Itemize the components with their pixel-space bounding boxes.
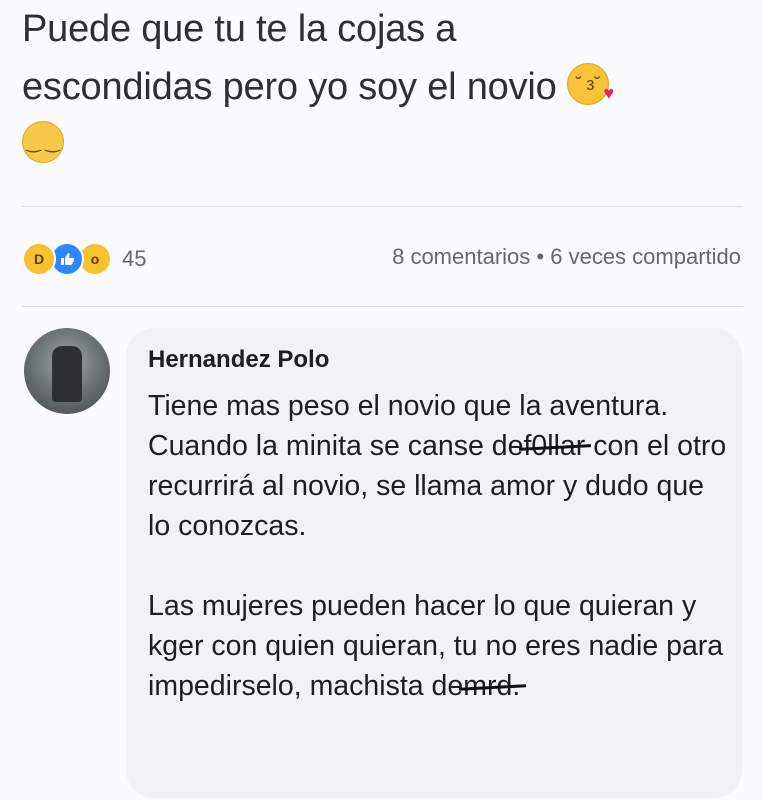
avatar-figure [52, 346, 82, 402]
comment-text: Las mujeres pueden hacer lo que quieran … [148, 590, 724, 702]
comment-paragraph-1: Tiene mas peso el novio que la aventura.… [148, 386, 728, 546]
stats-separator: • [536, 244, 545, 269]
comments-count-link[interactable]: 8 comentarios [392, 244, 530, 269]
censored-word: f0llar [523, 426, 585, 466]
divider [22, 206, 743, 207]
shares-count-link[interactable]: 6 veces compartido [550, 244, 741, 269]
comment-paragraph-2: Las mujeres pueden hacer lo que quieran … [148, 586, 728, 706]
haha-reaction-icon: D [22, 242, 56, 276]
post-stats: 8 comentarios • 6 veces compartido [392, 244, 741, 270]
post-text-line-3: ‿ ‿ [22, 116, 742, 174]
relieved-face-icon: ‿ ‿ [22, 121, 64, 163]
comment-body: Tiene mas peso el novio que la aventura.… [148, 386, 728, 706]
comment-author[interactable]: Hernandez Polo [148, 346, 329, 374]
post-text-line-1: Puede que tu te la cojas a [22, 8, 457, 50]
post-text-line-2: escondidas pero yo soy el novio ˘ з˘ ♥ [22, 58, 742, 116]
comment-text: Tiene mas peso el novio que la aventura.… [148, 390, 669, 462]
censored-word: mrd. [463, 666, 520, 706]
post-text-line-2-text: escondidas pero yo soy el novio [22, 66, 557, 108]
reaction-count[interactable]: 45 [122, 246, 146, 272]
reactions-summary[interactable]: D o 45 [22, 242, 146, 276]
divider [22, 306, 743, 307]
face-blowing-kiss-icon: ˘ з˘ ♥ [566, 63, 614, 105]
avatar[interactable] [24, 328, 110, 414]
post-text: Puede que tu te la cojas a escondidas pe… [22, 0, 742, 174]
